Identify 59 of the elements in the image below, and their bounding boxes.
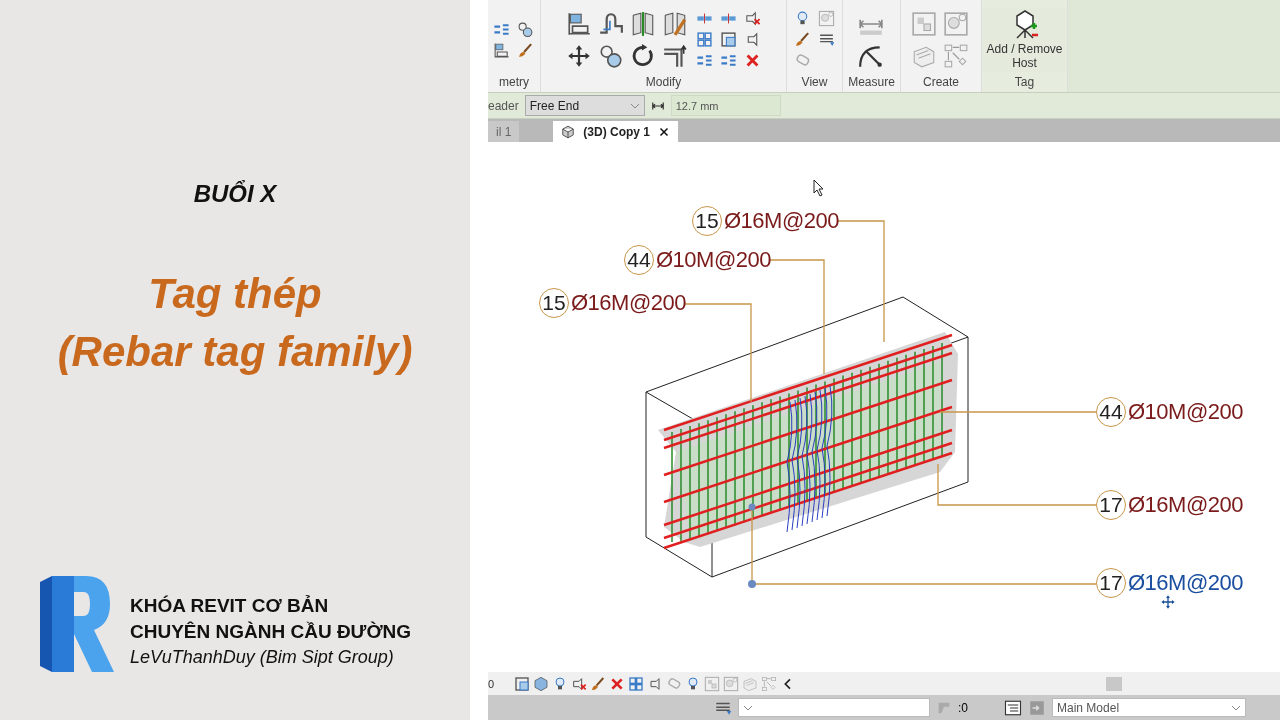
rebar-tag[interactable]: Ø10M@200 xyxy=(656,247,771,273)
panel-label: Tag xyxy=(1014,75,1035,91)
list-icon[interactable] xyxy=(1004,698,1022,717)
close-icon[interactable] xyxy=(658,125,671,138)
tag-count[interactable]: 44 xyxy=(624,245,654,275)
caret-icon xyxy=(743,704,753,711)
app-logo-icon xyxy=(38,576,114,672)
session-label: BUỔI X xyxy=(193,180,277,208)
flow-icon[interactable] xyxy=(943,42,969,69)
scale-icon[interactable] xyxy=(719,31,737,48)
offset-icon[interactable] xyxy=(597,10,624,37)
scrollbar-thumb[interactable] xyxy=(1106,676,1122,691)
move-icon[interactable] xyxy=(1160,594,1176,610)
bars-icon[interactable] xyxy=(695,52,713,69)
align-icon[interactable] xyxy=(493,41,510,59)
status-count: :0 xyxy=(958,700,968,715)
copy-icon[interactable] xyxy=(517,20,534,38)
rebar-tag[interactable]: Ø10M@200 xyxy=(1128,399,1243,425)
grip-dot[interactable] xyxy=(748,580,756,588)
panel-label: metry xyxy=(499,75,529,91)
paint-brush-icon[interactable] xyxy=(793,31,811,48)
lesson-title: Tag thép xyxy=(148,270,322,318)
tag-count[interactable]: 17 xyxy=(1096,490,1126,520)
trim-icon[interactable] xyxy=(661,42,688,69)
bars-icon[interactable] xyxy=(719,52,737,69)
course-title: KHÓA REVIT CƠ BẢN xyxy=(130,595,330,617)
panel-label: Modify xyxy=(645,75,682,91)
rebar-tag[interactable]: Ø16M@200 xyxy=(1128,492,1243,518)
array-icon[interactable] xyxy=(695,31,713,48)
course-subtitle: CHUYÊN NGÀNH CẦU ĐƯỜNG xyxy=(130,621,412,643)
caret-icon xyxy=(1231,704,1241,711)
panel-label: Measure xyxy=(848,75,895,91)
scale-label: 0 xyxy=(488,677,495,690)
align-icon[interactable] xyxy=(565,10,592,37)
tag-count[interactable]: 15 xyxy=(692,206,722,236)
scale-icon[interactable] xyxy=(514,675,531,692)
grip-dot[interactable] xyxy=(748,503,756,511)
author-name: LeVuThanhDuy (Bim Sipt Group) xyxy=(130,647,395,668)
view-tab[interactable]: (3D) Copy 1 xyxy=(553,121,679,142)
caret-icon xyxy=(629,102,640,109)
array-icon[interactable] xyxy=(628,675,645,692)
cursor-icon xyxy=(813,179,824,197)
tag-count[interactable]: 15 xyxy=(539,288,569,318)
rebar-tag[interactable]: Ø16M@200 xyxy=(1128,570,1243,596)
model-dropdown[interactable]: Main Model xyxy=(1052,698,1246,717)
view-tab[interactable]: il 1 xyxy=(488,121,520,142)
rebar-tag[interactable]: Ø16M@200 xyxy=(724,208,839,234)
paint-brush-icon[interactable] xyxy=(590,675,607,692)
panel-label: Create xyxy=(923,75,959,91)
copy-icon[interactable] xyxy=(597,42,624,69)
length-field[interactable]: 12.7 mm xyxy=(670,95,781,116)
option-label: eader xyxy=(488,98,519,113)
tag-count[interactable]: 17 xyxy=(1096,568,1126,598)
panel-label: View xyxy=(801,75,828,91)
tag-count[interactable]: 44 xyxy=(1096,397,1126,427)
lesson-subtitle: (Rebar tag family) xyxy=(57,328,413,376)
paint-brush-icon[interactable] xyxy=(517,41,534,59)
leader-end-dropdown[interactable]: Free End xyxy=(524,95,645,116)
rebar-tag[interactable]: Ø16M@200 xyxy=(571,290,686,316)
